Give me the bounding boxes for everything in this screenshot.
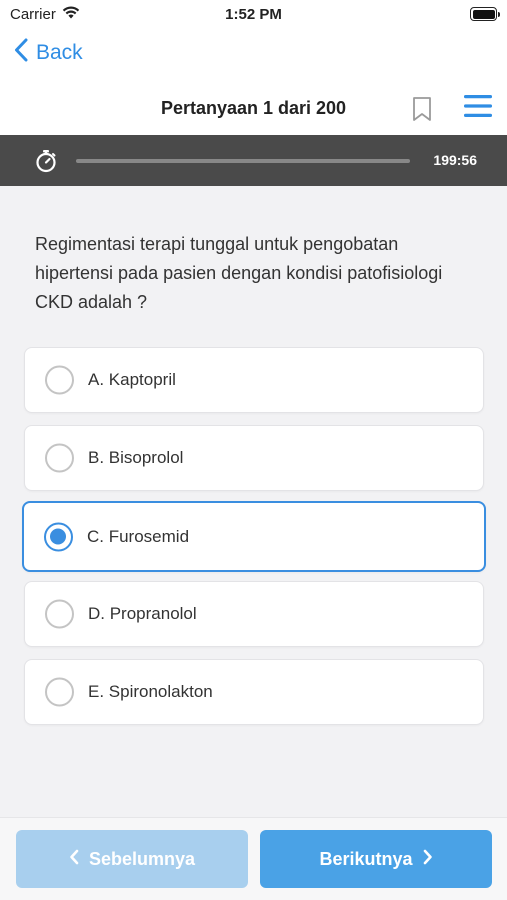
radio-icon[interactable] bbox=[45, 677, 74, 707]
back-label: Back bbox=[36, 41, 83, 64]
status-bar: Carrier 1:52 PM bbox=[0, 0, 507, 28]
chevron-left-icon bbox=[69, 849, 79, 870]
next-label: Berikutnya bbox=[319, 848, 413, 869]
answer-option[interactable]: A. Kaptopril bbox=[24, 347, 484, 413]
answer-option-label: D. Propranolol bbox=[88, 604, 197, 623]
answer-option-label: C. Furosemid bbox=[87, 526, 190, 546]
chevron-right-icon bbox=[423, 849, 433, 870]
question-text: Regimentasi terapi tunggal untuk pengoba… bbox=[35, 234, 443, 312]
previous-button[interactable]: Sebelumnya bbox=[16, 830, 248, 888]
next-button[interactable]: Berikutnya bbox=[260, 830, 492, 888]
navigation-bar: Back Pertanyaan 1 dari 200 bbox=[0, 28, 507, 135]
timer-bar: 199:56 bbox=[0, 135, 507, 186]
back-button[interactable]: Back bbox=[14, 38, 83, 68]
previous-label: Sebelumnya bbox=[88, 848, 196, 869]
answer-option[interactable]: C. Furosemid bbox=[22, 501, 486, 572]
answer-option-label: B. Bisoprolol bbox=[88, 448, 184, 467]
battery-icon bbox=[470, 7, 500, 21]
footer: Sebelumnya Berikutnya bbox=[0, 817, 507, 900]
radio-selected-icon[interactable] bbox=[44, 522, 73, 551]
answer-option-label: E. Spironolakton bbox=[88, 682, 213, 701]
radio-icon[interactable] bbox=[45, 599, 74, 629]
status-time: 1:52 PM bbox=[225, 6, 282, 23]
timer-progress-track bbox=[76, 159, 410, 163]
timer-remaining: 199:56 bbox=[433, 152, 477, 168]
answer-option-label: A. Kaptopril bbox=[88, 370, 176, 389]
radio-icon[interactable] bbox=[45, 365, 74, 395]
bookmark-icon[interactable] bbox=[412, 96, 432, 127]
answer-option[interactable]: E. Spironolakton bbox=[24, 659, 484, 725]
stopwatch-icon bbox=[35, 149, 57, 178]
chevron-left-icon bbox=[14, 38, 28, 68]
answer-option[interactable]: D. Propranolol bbox=[24, 581, 484, 647]
answer-option[interactable]: B. Bisoprolol bbox=[24, 425, 484, 491]
menu-icon[interactable] bbox=[464, 95, 492, 122]
radio-icon[interactable] bbox=[45, 443, 74, 473]
